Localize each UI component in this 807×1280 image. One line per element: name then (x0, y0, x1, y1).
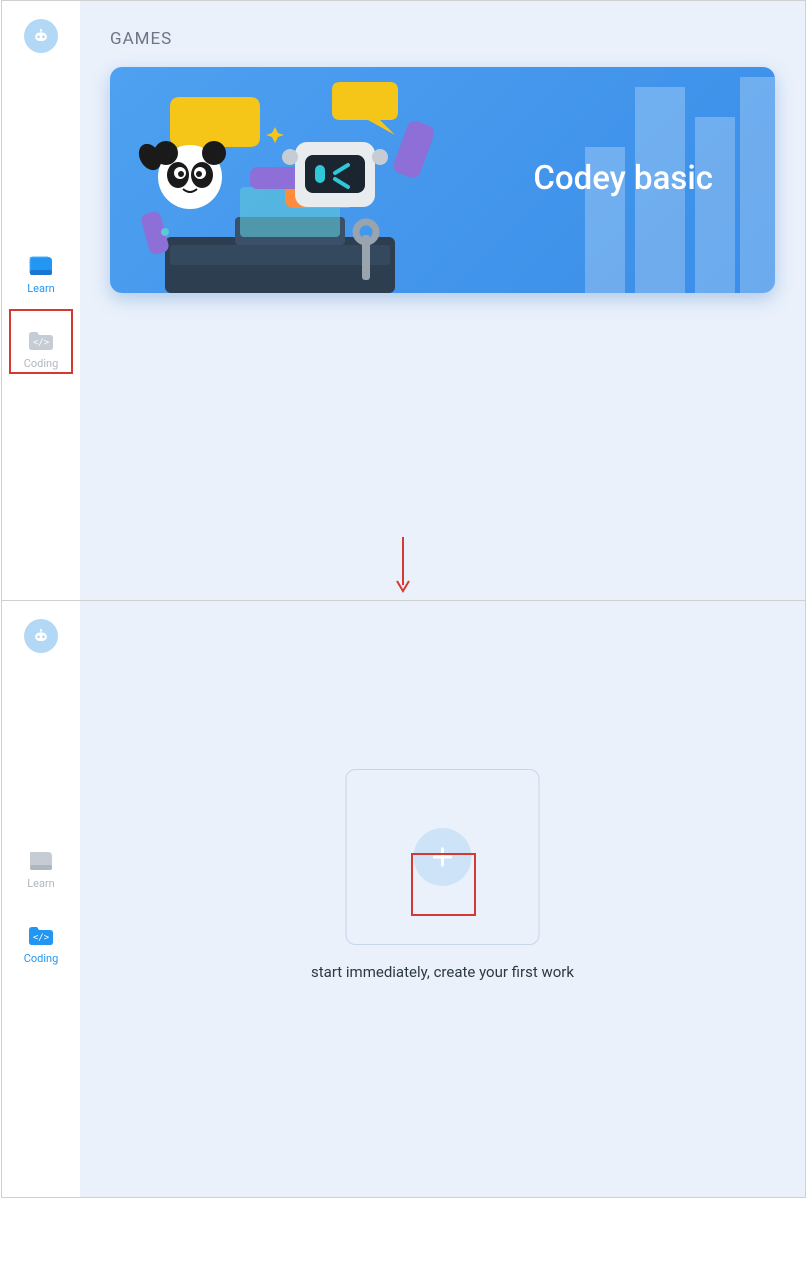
plus-button[interactable] (413, 828, 471, 886)
sidebar-nav: Learn </> Coding (2, 841, 80, 991)
screen-learn: Learn </> Coding GAMES (1, 0, 806, 603)
sidebar: Learn </> Coding (2, 1, 80, 602)
sidebar-item-coding[interactable]: </> Coding (24, 321, 59, 378)
main-content: start immediately, create your first wor… (80, 601, 805, 1197)
robot-icon (31, 26, 51, 46)
book-icon (27, 254, 55, 278)
create-work-box[interactable] (345, 769, 539, 945)
flow-arrow (0, 535, 805, 595)
svg-text:</>: </> (33, 933, 50, 943)
app-logo[interactable] (24, 619, 58, 653)
book-icon (27, 849, 55, 873)
sidebar-item-label: Coding (24, 357, 59, 370)
section-title: GAMES (110, 29, 775, 49)
empty-state: start immediately, create your first wor… (311, 769, 574, 981)
app-logo[interactable] (24, 19, 58, 53)
sidebar-item-label: Coding (24, 952, 59, 965)
game-card-codey-basic[interactable]: Codey basic (110, 67, 775, 293)
sidebar-nav: Learn </> Coding (2, 246, 80, 396)
sidebar-item-coding[interactable]: </> Coding (24, 916, 59, 973)
sidebar: Learn </> Coding (2, 601, 80, 1197)
code-folder-icon: </> (27, 329, 55, 353)
sidebar-item-label: Learn (27, 877, 55, 890)
code-folder-icon: </> (27, 924, 55, 948)
plus-icon (428, 843, 456, 871)
robot-icon (31, 626, 51, 646)
screen-coding: Learn </> Coding (1, 600, 806, 1198)
game-card-title: Codey basic (533, 159, 713, 198)
sidebar-item-learn[interactable]: Learn (27, 841, 55, 898)
sidebar-item-label: Learn (27, 282, 55, 295)
svg-text:</>: </> (33, 338, 50, 348)
empty-state-text: start immediately, create your first wor… (311, 963, 574, 981)
sidebar-item-learn[interactable]: Learn (27, 246, 55, 303)
card-illustration (110, 67, 470, 293)
arrow-down-icon (393, 535, 413, 595)
main-content: GAMES (80, 1, 805, 602)
